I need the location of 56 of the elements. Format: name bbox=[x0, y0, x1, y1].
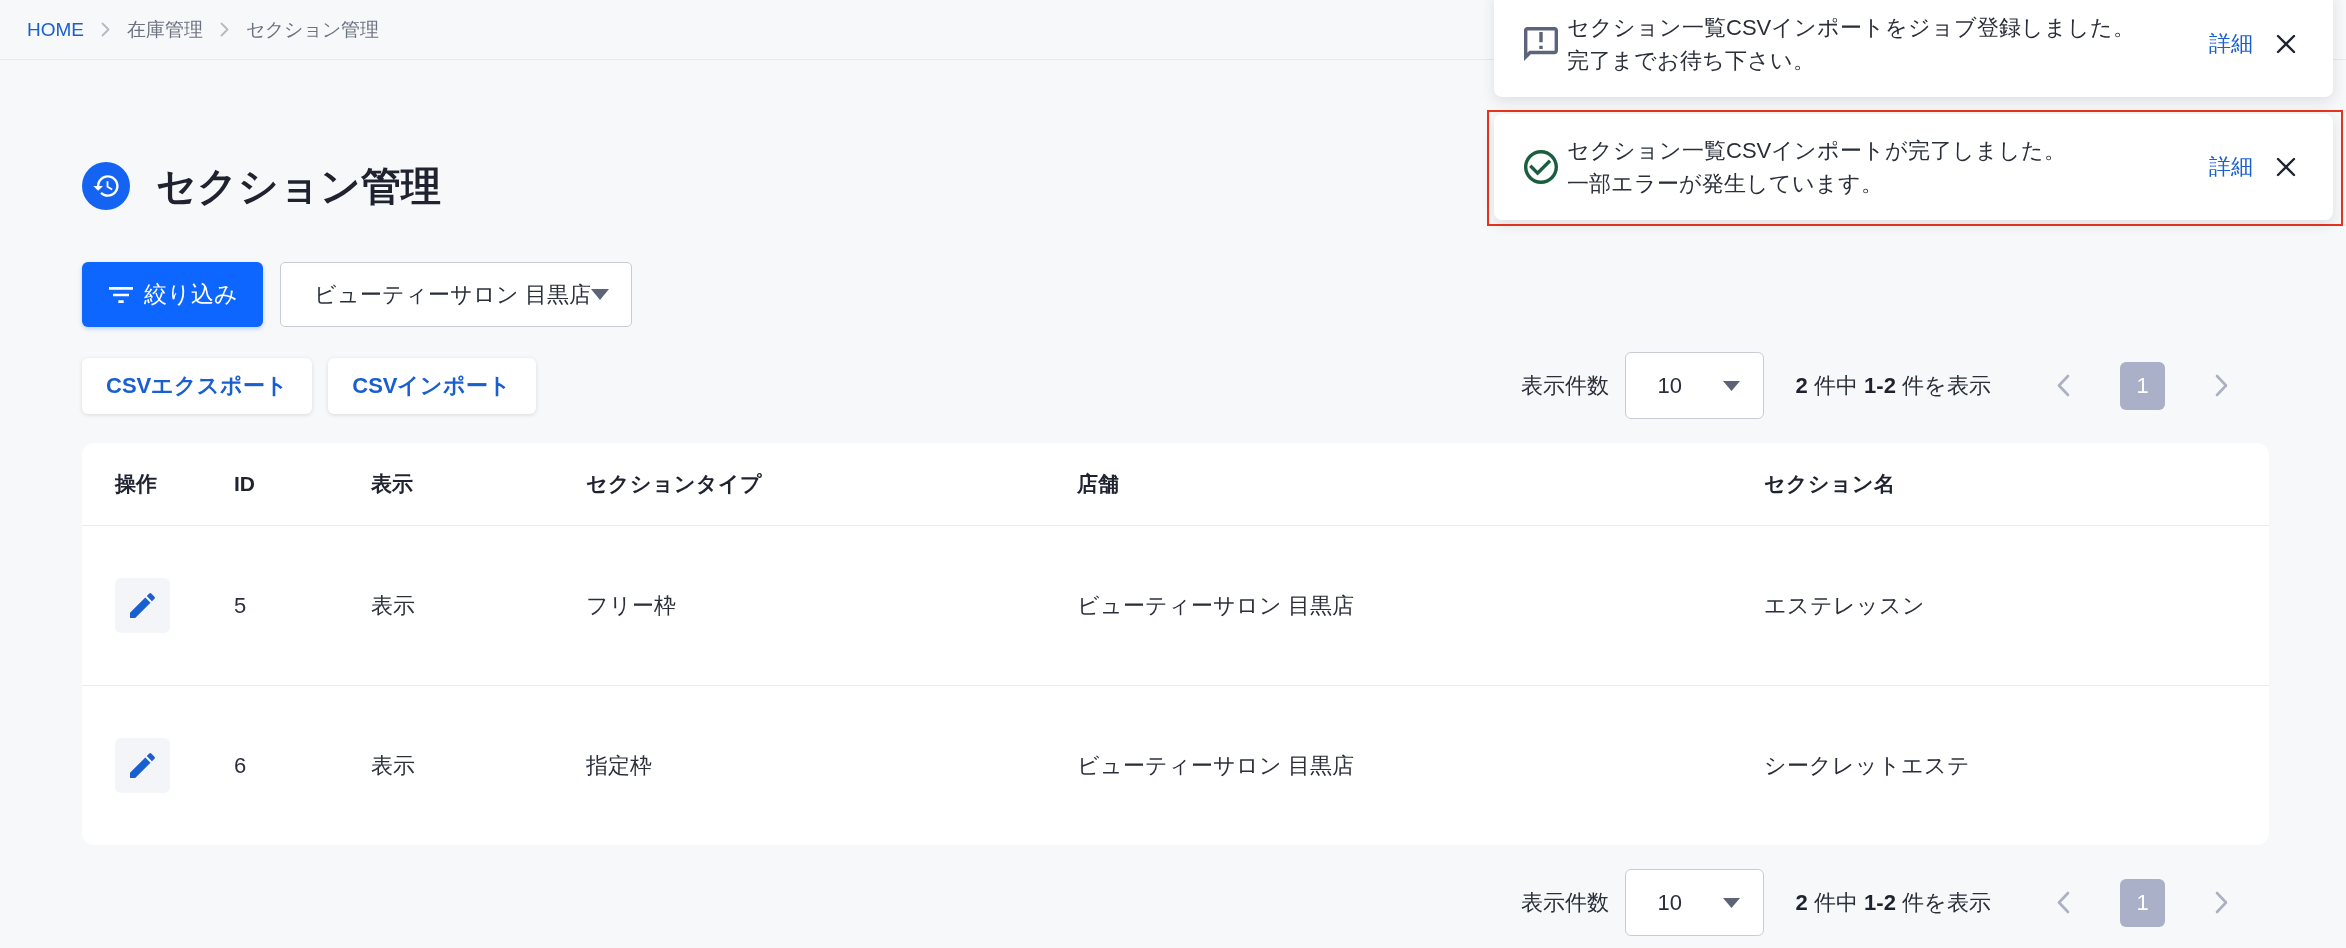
caret-icon bbox=[1722, 380, 1740, 391]
table-cell-text: 指定枠 bbox=[586, 751, 652, 780]
caret-icon bbox=[591, 289, 610, 300]
page-size-select[interactable]: 10 bbox=[1624, 352, 1764, 419]
chevron-left-icon bbox=[2057, 891, 2070, 914]
close-icon bbox=[2276, 34, 2296, 54]
table-cell-text: エステレッスン bbox=[1764, 591, 1925, 620]
breadcrumb-link[interactable]: HOME bbox=[27, 18, 84, 41]
chevron-left-icon bbox=[2057, 374, 2070, 397]
table-cell: 6 bbox=[234, 752, 247, 779]
edit-button[interactable] bbox=[115, 738, 170, 793]
notification-message: セクション一覧CSVインポートが完了しました。 bbox=[1567, 137, 2067, 165]
column-header: セクション名 bbox=[1764, 471, 1895, 497]
result-summary: 2 件中 1-2 件を表示 bbox=[1795, 371, 1991, 400]
store-select[interactable]: ビューティーサロン 目黒店 bbox=[280, 262, 633, 327]
page-size-label: 表示件数 bbox=[1520, 888, 1609, 917]
history-icon bbox=[82, 162, 130, 210]
notification-message: セクション一覧CSVインポートをジョブ登録しました。 bbox=[1567, 14, 2136, 42]
table-cell-text: シークレットエステ bbox=[1764, 751, 1970, 780]
breadcrumb-item: 在庫管理 bbox=[127, 17, 203, 42]
notification-message: 一部エラーが発生しています。 bbox=[1567, 170, 1883, 198]
column-header: セクションタイプ bbox=[586, 471, 762, 497]
table-cell-text: ビューティーサロン 目黒店 bbox=[1077, 591, 1355, 620]
pencil-icon bbox=[130, 753, 155, 778]
table-cell-text: ビューティーサロン 目黒店 bbox=[1077, 751, 1355, 780]
table-cell-text: フリー枠 bbox=[586, 591, 676, 620]
column-header: 店舗 bbox=[1077, 471, 1119, 497]
details-link[interactable]: 詳細 bbox=[2209, 152, 2253, 182]
filter-button[interactable]: 絞り込み bbox=[82, 262, 263, 327]
filter-icon bbox=[109, 286, 133, 303]
column-header: 表示 bbox=[371, 471, 413, 497]
breadcrumb-item: セクション管理 bbox=[246, 17, 379, 42]
notification-message: 完了までお待ち下さい。 bbox=[1567, 47, 1815, 75]
details-link[interactable]: 詳細 bbox=[2209, 29, 2253, 59]
chevron-right-icon bbox=[2215, 891, 2228, 914]
chevron-right-icon bbox=[2215, 374, 2228, 397]
table-cell: 5 bbox=[234, 592, 247, 619]
chevron-right-icon bbox=[101, 22, 110, 37]
column-header: ID bbox=[234, 472, 255, 496]
csv-button[interactable]: CSVエクスポート bbox=[82, 357, 313, 414]
chevron-right-icon bbox=[220, 22, 229, 37]
table-cell-text: 表示 bbox=[371, 751, 415, 780]
caret-icon bbox=[1722, 897, 1740, 908]
table-cell-text: 表示 bbox=[371, 591, 415, 620]
column-header: 操作 bbox=[115, 471, 157, 497]
csv-button[interactable]: CSVインポート bbox=[328, 357, 536, 414]
page-title: セクション管理 bbox=[156, 163, 441, 210]
pencil-icon bbox=[130, 593, 155, 618]
close-button[interactable] bbox=[2274, 32, 2298, 56]
page-size-label: 表示件数 bbox=[1520, 371, 1609, 400]
feedback-icon bbox=[1524, 27, 1558, 61]
page-size-select[interactable]: 10 bbox=[1624, 869, 1764, 936]
edit-button[interactable] bbox=[115, 578, 170, 633]
close-button[interactable] bbox=[2274, 155, 2298, 179]
close-icon bbox=[2276, 157, 2296, 177]
result-summary: 2 件中 1-2 件を表示 bbox=[1795, 888, 1991, 917]
